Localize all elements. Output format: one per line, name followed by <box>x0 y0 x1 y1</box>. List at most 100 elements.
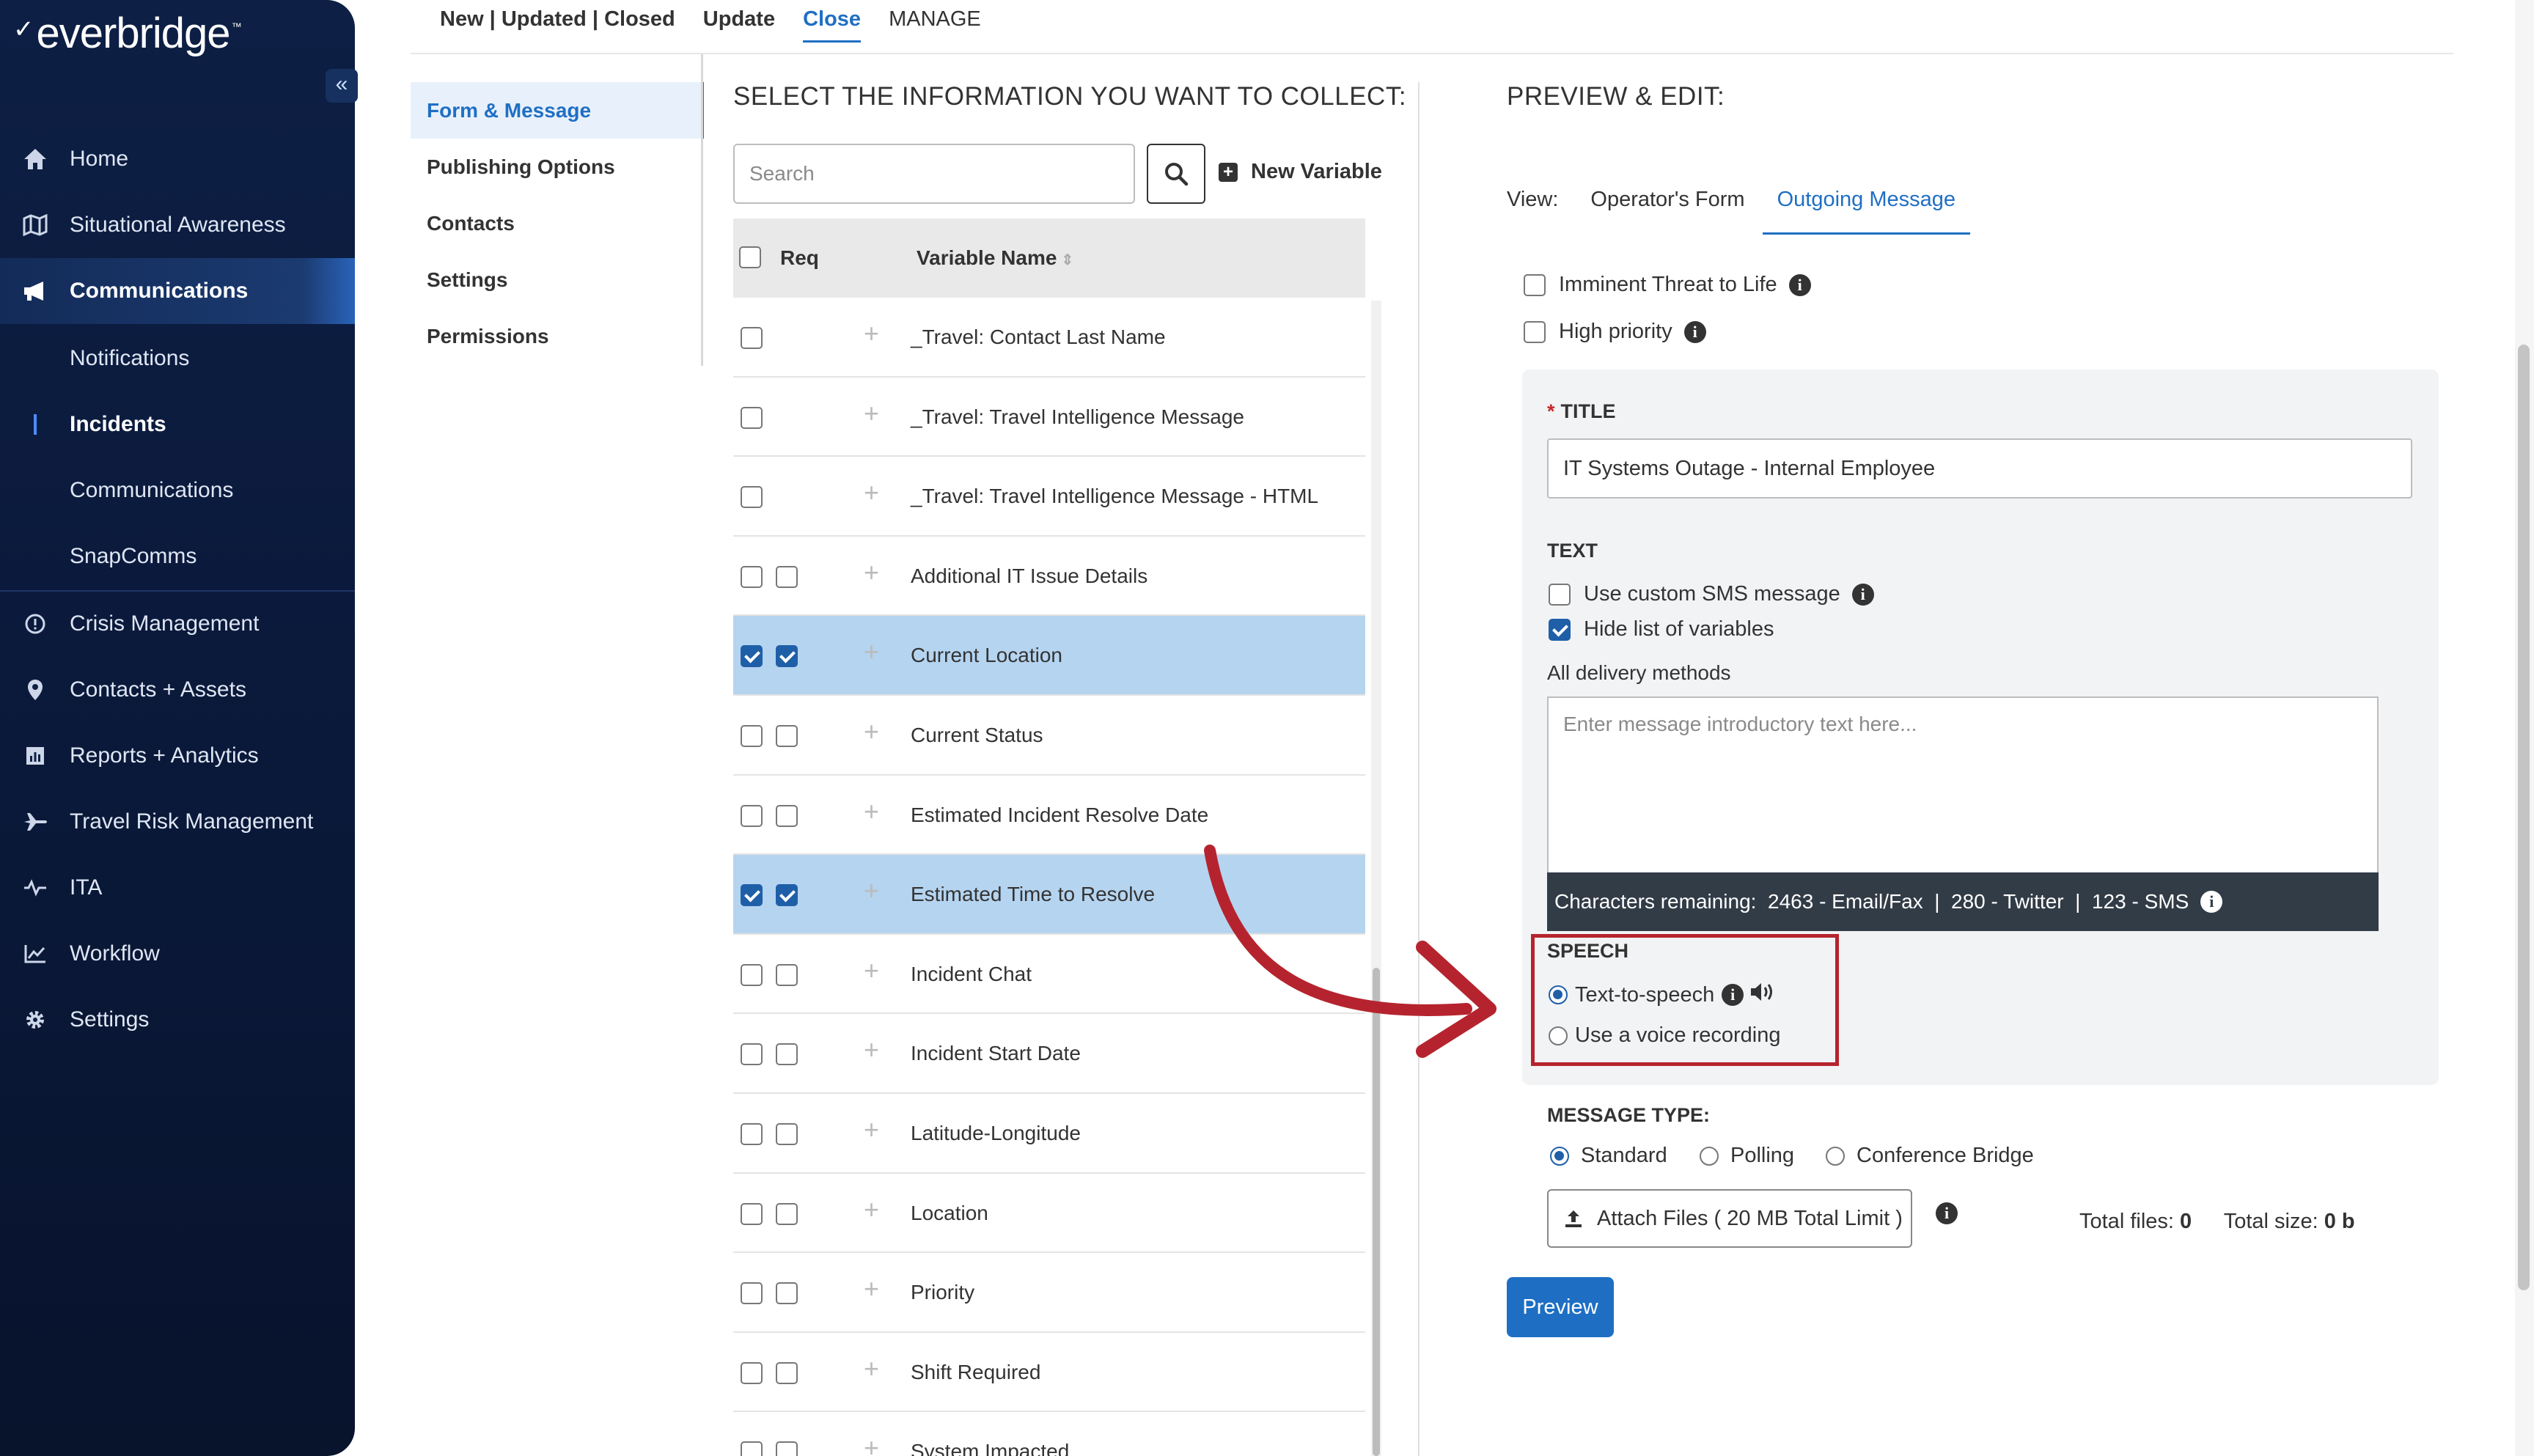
voice-recording-radio[interactable] <box>1549 1026 1568 1045</box>
submenu-settings[interactable]: Settings <box>411 251 704 308</box>
add-variable-icon[interactable]: + <box>864 1194 879 1225</box>
row-required-checkbox[interactable] <box>776 1361 798 1384</box>
table-row[interactable]: + Current Location <box>733 616 1365 696</box>
row-select-checkbox[interactable] <box>741 327 763 349</box>
sidebar-item-crisis-management[interactable]: Crisis Management <box>0 591 355 657</box>
conference-bridge-radio[interactable] <box>1826 1146 1845 1166</box>
tab-outgoing-message[interactable]: Outgoing Message <box>1762 188 1971 235</box>
table-row[interactable]: + Current Status <box>733 696 1365 776</box>
table-row[interactable]: + System Impacted <box>733 1412 1365 1456</box>
sidebar-item-ita[interactable]: ITA <box>0 855 355 921</box>
row-required-checkbox[interactable] <box>776 645 798 668</box>
row-select-checkbox[interactable] <box>741 1202 763 1225</box>
row-required-checkbox[interactable] <box>776 724 798 747</box>
add-variable-icon[interactable]: + <box>864 636 879 667</box>
table-row[interactable]: + _Travel: Contact Last Name <box>733 298 1365 378</box>
submenu-publishing-options[interactable]: Publishing Options <box>411 139 704 195</box>
sidebar-item-travel-risk-management[interactable]: Travel Risk Management <box>0 789 355 855</box>
add-variable-icon[interactable]: + <box>864 1433 879 1456</box>
imminent-threat-checkbox[interactable] <box>1524 273 1546 296</box>
info-icon[interactable]: i <box>1788 273 1811 296</box>
sidebar-item-settings[interactable]: Settings <box>0 987 355 1053</box>
info-icon[interactable]: i <box>1936 1202 1958 1224</box>
sidebar-item-reports-analytics[interactable]: Reports + Analytics <box>0 723 355 789</box>
new-variable-button[interactable]: + New Variable <box>1219 160 1382 184</box>
sidebar-subitem-incidents[interactable]: Incidents <box>0 391 355 457</box>
row-required-checkbox[interactable] <box>776 565 798 588</box>
info-icon[interactable]: i <box>1851 583 1874 606</box>
row-required-checkbox[interactable] <box>776 1043 798 1066</box>
row-select-checkbox[interactable] <box>741 1441 763 1456</box>
header-variable-name[interactable]: Variable Name ⇕ <box>917 246 1073 270</box>
table-row[interactable]: + Location <box>733 1174 1365 1254</box>
add-variable-icon[interactable]: + <box>864 955 879 986</box>
speaker-icon[interactable] <box>1749 981 1776 1009</box>
sidebar-item-contacts-assets[interactable]: Contacts + Assets <box>0 657 355 723</box>
row-select-checkbox[interactable] <box>741 406 763 429</box>
high-priority-checkbox[interactable] <box>1524 320 1546 343</box>
row-required-checkbox[interactable] <box>776 1122 798 1145</box>
submenu-form-message[interactable]: Form & Message <box>411 82 704 139</box>
add-variable-icon[interactable]: + <box>864 796 879 827</box>
add-variable-icon[interactable]: + <box>864 398 879 429</box>
table-row[interactable]: + _Travel: Travel Intelligence Message <box>733 378 1365 457</box>
add-variable-icon[interactable]: + <box>864 477 879 508</box>
submenu-permissions[interactable]: Permissions <box>411 308 704 364</box>
add-variable-icon[interactable]: + <box>864 557 879 588</box>
table-row[interactable]: + Latitude-Longitude <box>733 1094 1365 1174</box>
row-required-checkbox[interactable] <box>776 804 798 827</box>
info-icon[interactable]: i <box>2200 891 2223 913</box>
row-select-checkbox[interactable] <box>741 884 763 907</box>
add-variable-icon[interactable]: + <box>864 1353 879 1384</box>
add-variable-icon[interactable]: + <box>864 1114 879 1145</box>
row-select-checkbox[interactable] <box>741 1122 763 1145</box>
table-row[interactable]: + Priority <box>733 1253 1365 1333</box>
tab-update[interactable]: Update <box>703 0 775 32</box>
custom-sms-checkbox[interactable] <box>1549 583 1571 606</box>
add-variable-icon[interactable]: + <box>864 716 879 747</box>
add-variable-icon[interactable]: + <box>864 1034 879 1065</box>
sidebar-item-home[interactable]: Home <box>0 126 355 192</box>
row-select-checkbox[interactable] <box>741 1282 763 1305</box>
message-textarea[interactable] <box>1547 696 2379 872</box>
variable-search-input[interactable] <box>733 144 1135 204</box>
row-select-checkbox[interactable] <box>741 1361 763 1384</box>
table-row[interactable]: + _Travel: Travel Intelligence Message - … <box>733 457 1365 537</box>
row-select-checkbox[interactable] <box>741 804 763 827</box>
polling-radio[interactable] <box>1700 1146 1719 1166</box>
tab-manage[interactable]: MANAGE <box>889 0 981 32</box>
everbridge-logo[interactable]: ✓ everbridge ™ <box>13 9 242 58</box>
add-variable-icon[interactable]: + <box>864 318 879 349</box>
page-scrollbar-thumb[interactable] <box>2518 345 2530 1290</box>
table-row[interactable]: + Additional IT Issue Details <box>733 537 1365 617</box>
search-button[interactable] <box>1147 144 1205 204</box>
collapse-sidebar-button[interactable]: « <box>326 69 358 103</box>
tab-close[interactable]: Close <box>803 0 862 43</box>
text-to-speech-radio[interactable] <box>1549 985 1568 1004</box>
row-select-checkbox[interactable] <box>741 1043 763 1066</box>
row-select-checkbox[interactable] <box>741 963 763 986</box>
attach-files-button[interactable]: Attach Files ( 20 MB Total Limit ) <box>1547 1189 1912 1248</box>
row-select-checkbox[interactable] <box>741 645 763 668</box>
row-required-checkbox[interactable] <box>776 1441 798 1456</box>
table-row[interactable]: + Shift Required <box>733 1333 1365 1413</box>
row-required-checkbox[interactable] <box>776 1202 798 1225</box>
add-variable-icon[interactable]: + <box>864 1273 879 1304</box>
sidebar-subitem-communications[interactable]: Communications <box>0 457 355 523</box>
row-required-checkbox[interactable] <box>776 1282 798 1305</box>
row-required-checkbox[interactable] <box>776 884 798 907</box>
sidebar-subitem-notifications[interactable]: Notifications <box>0 326 355 391</box>
select-all-checkbox[interactable] <box>739 246 761 268</box>
submenu-contacts[interactable]: Contacts <box>411 195 704 251</box>
standard-radio[interactable] <box>1550 1146 1569 1166</box>
sidebar-item-communications[interactable]: Communications <box>0 258 355 324</box>
sidebar-item-situational-awareness[interactable]: Situational Awareness <box>0 192 355 258</box>
row-select-checkbox[interactable] <box>741 565 763 588</box>
row-select-checkbox[interactable] <box>741 486 763 509</box>
hide-variables-checkbox[interactable] <box>1549 618 1571 641</box>
sidebar-item-workflow[interactable]: Workflow <box>0 921 355 987</box>
preview-button[interactable]: Preview <box>1507 1277 1614 1337</box>
sidebar-subitem-snapcomms[interactable]: SnapComms <box>0 523 355 589</box>
tab-operators-form[interactable]: Operator's Form <box>1590 188 1744 235</box>
row-required-checkbox[interactable] <box>776 963 798 986</box>
